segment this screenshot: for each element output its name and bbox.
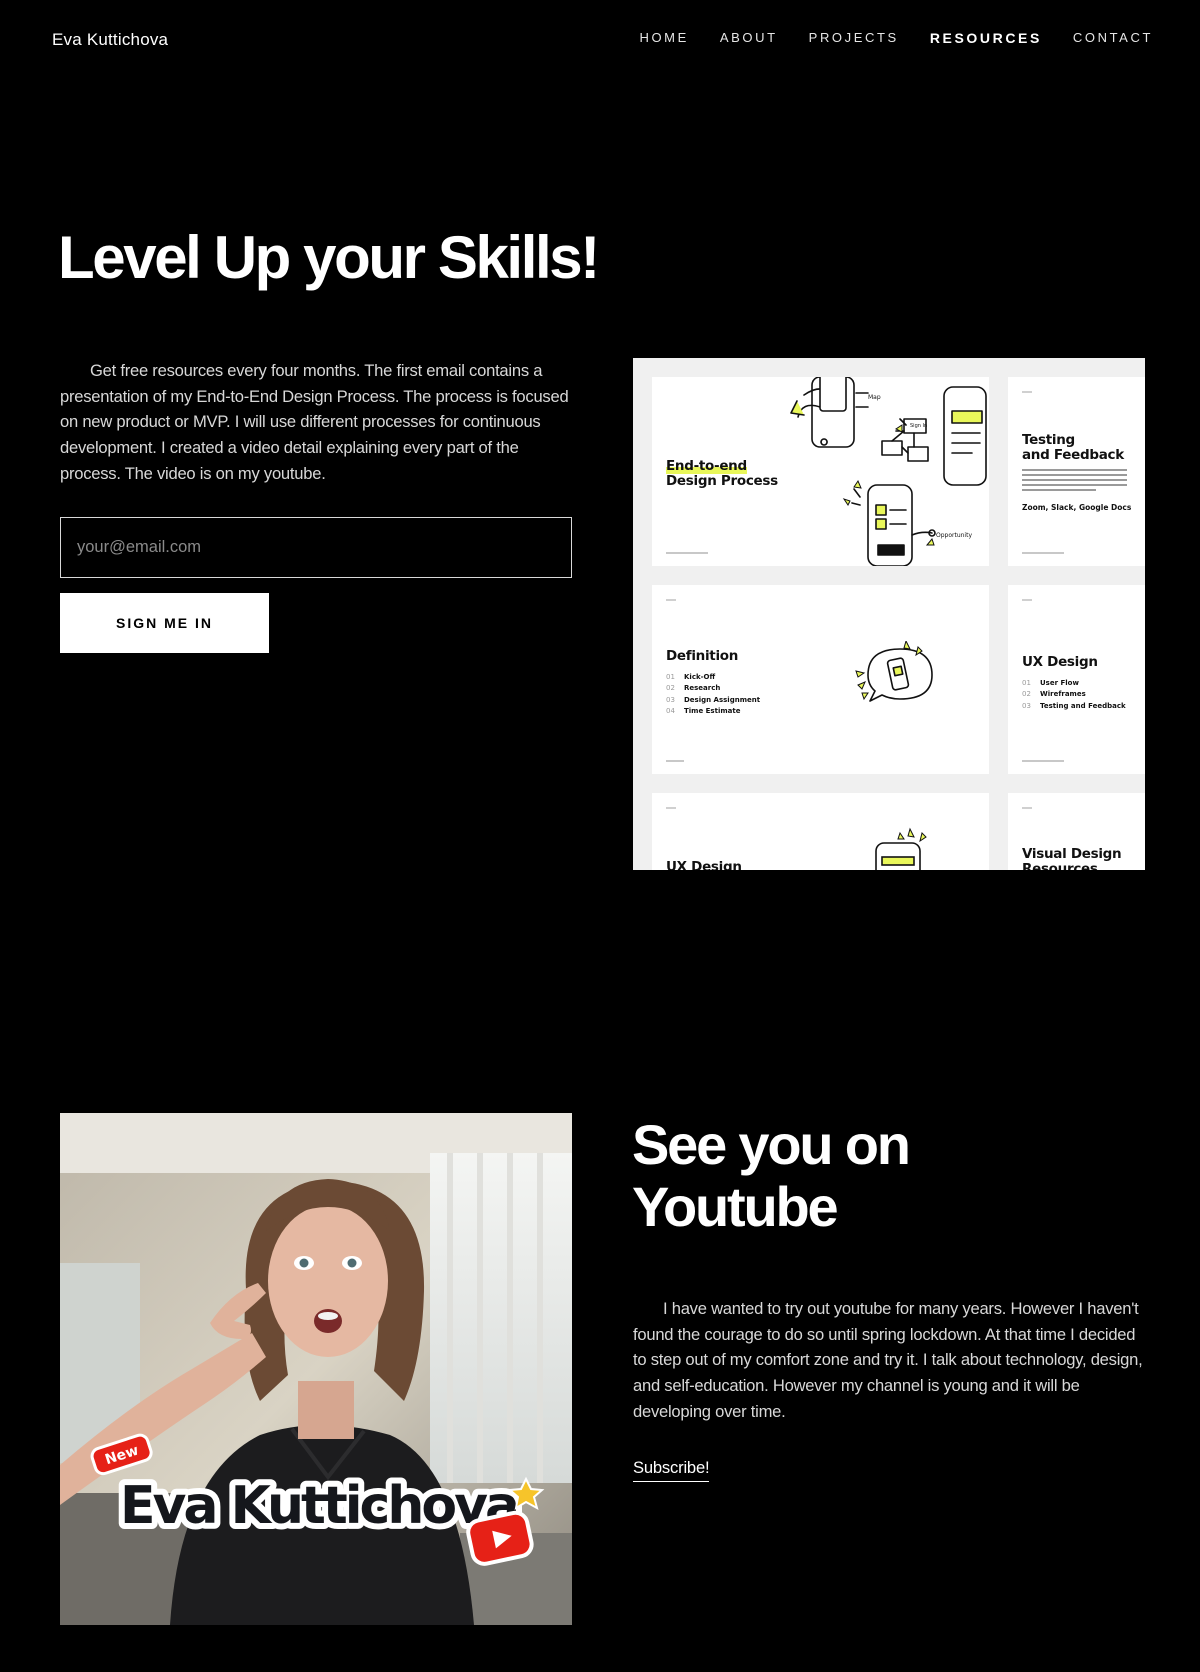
list-item-number: 01 xyxy=(1022,679,1031,687)
list-item-number: 03 xyxy=(1022,701,1031,710)
slide-list: 01 User Flow 02 Wireframes 03 Testing and F… xyxy=(1022,678,1126,712)
thumbnail-name: Eva Kuttichova xyxy=(120,1476,517,1536)
slide-title-line2: and Feedback xyxy=(1022,447,1124,463)
slide-footer xyxy=(1022,552,1064,554)
slide-number xyxy=(666,807,676,809)
list-item: 01 Kick-Off xyxy=(666,672,760,683)
list-item: 03 Testing and Feedback xyxy=(1022,701,1126,712)
slide-title: Definition xyxy=(666,648,739,664)
portrait-illustration: New Eva Kuttichova Eva Kuttichova xyxy=(60,1113,572,1625)
sketch-label-map: Map xyxy=(868,394,881,401)
slide-title: UX Design xyxy=(1022,654,1098,670)
list-item: 04 Time Estimate xyxy=(666,706,760,717)
slide-title-line1: Visual Design xyxy=(1022,846,1122,862)
slide-title: Testing and Feedback xyxy=(1022,433,1124,463)
slide-list: 01 Kick-Off 02 Research 03 Design Assignmen… xyxy=(666,672,760,717)
main-nav: HOME ABOUT PROJECTS RESOURCES CONTACT xyxy=(608,30,1153,46)
slide-title: End-to-end Design Process xyxy=(666,458,778,489)
list-item-number: 02 xyxy=(666,684,675,693)
list-item-label: Wireframes xyxy=(1040,690,1086,699)
slide-title-line2: Design Process xyxy=(666,473,778,489)
slide-footer xyxy=(1022,760,1064,762)
sketch-label-sign-in: Sign In xyxy=(910,423,927,429)
slide-visual-design-resources: Visual Design Resources xyxy=(1008,793,1145,870)
site-header: Eva Kuttichova HOME ABOUT PROJECTS RESOU… xyxy=(0,0,1200,80)
slide-footer xyxy=(666,552,708,554)
youtube-title-line2: Youtube xyxy=(632,1175,839,1238)
brand-link[interactable]: Eva Kuttichova xyxy=(52,30,168,50)
slide-number xyxy=(1022,807,1032,809)
speech-bubble-phone-icon xyxy=(855,641,933,702)
list-item: 03 Design Assignment xyxy=(666,695,760,706)
slide-number xyxy=(666,599,676,601)
slide-body-lines xyxy=(1022,469,1127,494)
youtube-title: See you on Youtube xyxy=(632,1114,1132,1238)
list-item: 02 Wireframes xyxy=(1022,689,1126,700)
nav-home[interactable]: HOME xyxy=(639,30,688,46)
slide-ux-design-2: UX Design xyxy=(652,793,989,870)
slide-tools: Zoom, Slack, Google Docs xyxy=(1022,503,1132,512)
email-input[interactable] xyxy=(60,517,572,578)
list-item: 01 User Flow xyxy=(1022,678,1126,689)
hero-title: Level Up your Skills! xyxy=(58,224,600,291)
list-item: 02 Research xyxy=(666,683,760,694)
presentation-preview: End-to-end Design Process Map Sign In Op… xyxy=(633,358,1145,870)
slide-title: UX Design xyxy=(666,859,742,871)
slide-title-line2: Resources xyxy=(1022,861,1098,871)
sketch-illustration: Map Sign In Opportunity xyxy=(790,377,987,566)
slide-testing-feedback: Testing and Feedback Zoom, Slack, Google… xyxy=(1008,377,1145,566)
nav-resources[interactable]: RESOURCES xyxy=(930,30,1042,46)
youtube-thumbnail-photo: New Eva Kuttichova Eva Kuttichova xyxy=(60,1113,572,1625)
slide-title: Visual Design Resources xyxy=(1022,846,1122,871)
list-item-label: User Flow xyxy=(1040,679,1079,687)
nav-projects[interactable]: PROJECTS xyxy=(809,30,899,46)
youtube-description-text: I have wanted to try out youtube for man… xyxy=(633,1299,1143,1421)
list-item-number: 04 xyxy=(666,706,675,715)
list-item-label: Testing and Feedback xyxy=(1040,701,1126,710)
slide-ux-design: UX Design 01 User Flow 02 Wireframes 03 Tes… xyxy=(1008,585,1145,774)
subscribe-link[interactable]: Subscribe! xyxy=(633,1458,710,1482)
list-item-label: Research xyxy=(684,684,721,693)
list-item-number: 03 xyxy=(666,695,675,704)
hero-description-text: Get free resources every four months. Th… xyxy=(60,361,569,483)
hero-description: Get free resources every four months. Th… xyxy=(60,358,570,487)
slide-number xyxy=(1022,391,1032,393)
list-item-number: 01 xyxy=(666,673,675,681)
youtube-play-icon xyxy=(466,1510,534,1566)
slide-title-line1: Testing xyxy=(1022,432,1075,448)
list-item-label: Design Assignment xyxy=(684,695,761,704)
nav-about[interactable]: ABOUT xyxy=(720,30,778,46)
nav-contact[interactable]: CONTACT xyxy=(1073,30,1153,46)
slide-footer xyxy=(666,760,684,762)
youtube-description: I have wanted to try out youtube for man… xyxy=(633,1296,1148,1425)
slide-number xyxy=(1022,599,1032,601)
slide-end-to-end: End-to-end Design Process Map Sign In Op… xyxy=(652,377,989,566)
sign-me-in-button[interactable]: SIGN ME IN xyxy=(60,593,269,653)
list-item-number: 02 xyxy=(1022,690,1031,699)
slide-definition: Definition 01 Kick-Off 02 Research 03 Desig… xyxy=(652,585,989,774)
youtube-title-line1: See you on xyxy=(632,1113,911,1176)
list-item-label: Kick-Off xyxy=(684,673,716,681)
sketch-label-opportunity: Opportunity xyxy=(936,532,972,539)
slide-title-line1: End-to-end xyxy=(666,458,747,474)
list-item-label: Time Estimate xyxy=(684,706,741,715)
phone-sketch-icon xyxy=(875,827,927,870)
